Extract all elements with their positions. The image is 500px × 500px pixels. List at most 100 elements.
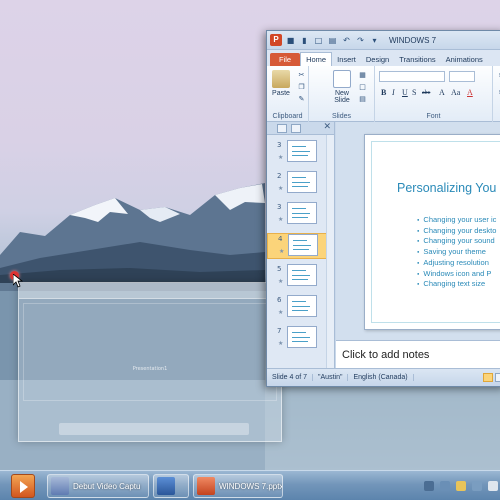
slide-thumbnail[interactable]: 3 ★ bbox=[267, 202, 327, 228]
copy-icon[interactable]: ❐ bbox=[297, 83, 306, 92]
close-pane-icon[interactable]: ✕ bbox=[323, 122, 331, 132]
font-size-select[interactable] bbox=[449, 71, 475, 82]
tray-folder-icon[interactable] bbox=[456, 481, 466, 491]
tab-home[interactable]: Home bbox=[300, 52, 333, 66]
transition-star-icon: ★ bbox=[278, 185, 284, 192]
slide-editor: Personalizing You Changing your user icC… bbox=[336, 122, 500, 340]
ribbon-tabs: File Home Insert Design Transitions Anim… bbox=[267, 50, 500, 66]
change-case-button[interactable]: Aa bbox=[451, 88, 460, 97]
font-group: B I U S abc A Aa A Font bbox=[375, 66, 493, 122]
ghost-toolbar bbox=[19, 283, 281, 299]
taskbar-item-debut[interactable]: Debut Video Captu bbox=[47, 474, 149, 498]
transition-star-icon: ★ bbox=[279, 248, 285, 255]
tab-design[interactable]: Design bbox=[361, 53, 394, 66]
pane-tabs: ✕ bbox=[267, 122, 334, 135]
strikethrough-button[interactable]: abc bbox=[422, 90, 430, 96]
undo-icon[interactable]: ↶ bbox=[341, 35, 352, 46]
taskbar-item-label: WINDOWS 7.pptx bbox=[219, 481, 283, 491]
new-slide-button[interactable]: New Slide bbox=[329, 70, 355, 104]
slides-group-label: Slides bbox=[331, 113, 352, 120]
slide-thumbnail-image bbox=[287, 202, 317, 224]
slide-bullet-list[interactable]: Changing your user icChanging your deskt… bbox=[417, 215, 496, 290]
slide-thumbnail[interactable]: 5 ★ bbox=[267, 264, 327, 290]
tray-save-icon[interactable] bbox=[440, 481, 450, 491]
notes-placeholder: Click to add notes bbox=[342, 349, 430, 361]
font-color-button[interactable]: A bbox=[467, 88, 473, 97]
slide-thumbnail[interactable]: 3 ★ bbox=[267, 140, 327, 166]
ghost-preview-area: Presentation1 bbox=[23, 303, 277, 401]
transition-star-icon: ★ bbox=[278, 216, 284, 223]
tab-animations[interactable]: Animations bbox=[441, 53, 488, 66]
outline-tab-icon[interactable] bbox=[291, 124, 301, 133]
transition-star-icon: ★ bbox=[278, 340, 284, 347]
tray-network-icon[interactable] bbox=[472, 481, 482, 491]
clipboard-group-label: Clipboard bbox=[272, 113, 303, 120]
normal-view-icon[interactable] bbox=[483, 373, 493, 382]
slide-thumbnail[interactable]: 6 ★ bbox=[267, 295, 327, 321]
slide-thumbnail-pane: ✕ 3 ★ 2 ★ 3 ★ 4 ★ 5 ★ 6 ★ 7 ★ bbox=[267, 122, 335, 370]
slide-thumbnail-image bbox=[287, 171, 317, 193]
start-button[interactable] bbox=[11, 473, 35, 498]
tab-insert[interactable]: Insert bbox=[332, 53, 361, 66]
slide-thumbnail[interactable]: 2 ★ bbox=[267, 171, 327, 197]
powerpoint-window[interactable]: P ■ ▮ □ ▤ ↶ ↷ ▾ WINDOWS 7 File Home Inse… bbox=[266, 30, 500, 387]
new-file-icon[interactable]: □ bbox=[313, 35, 324, 46]
slide-title[interactable]: Personalizing You bbox=[397, 181, 496, 195]
open-folder-icon[interactable]: ▮ bbox=[299, 35, 310, 46]
slide-bullet: Windows icon and P bbox=[417, 269, 496, 280]
slide-bullet: Saving your theme bbox=[417, 247, 496, 258]
theme-name: "Austin" bbox=[313, 374, 349, 381]
ribbon-home: Paste ✂ ❐ ✎ Clipboard New Slide ▦ □ ▤ Sl… bbox=[267, 66, 500, 122]
slides-group: New Slide ▦ □ ▤ Slides bbox=[309, 66, 375, 122]
thumbnail-scrollbar[interactable] bbox=[326, 135, 334, 370]
slide-bullet: Changing your deskto bbox=[417, 226, 496, 237]
language-indicator[interactable]: English (Canada) bbox=[348, 374, 414, 381]
slide-thumbnail-image bbox=[287, 140, 317, 162]
tray-app-icon[interactable] bbox=[424, 481, 434, 491]
slide-thumbnail-image bbox=[287, 326, 317, 348]
font-name-select[interactable] bbox=[379, 71, 445, 82]
slide-thumbnail[interactable]: 7 ★ bbox=[267, 326, 327, 352]
section-icon[interactable]: ▤ bbox=[358, 95, 367, 104]
shadow-button[interactable]: S bbox=[412, 88, 416, 97]
redo-icon[interactable]: ↷ bbox=[355, 35, 366, 46]
tray-volume-icon[interactable] bbox=[488, 481, 498, 491]
slide-number: 5 bbox=[277, 265, 282, 273]
print-icon[interactable]: ▤ bbox=[327, 35, 338, 46]
powerpoint-logo-icon[interactable]: P bbox=[270, 34, 282, 46]
transition-star-icon: ★ bbox=[278, 278, 284, 285]
customize-qat-icon[interactable]: ▾ bbox=[369, 35, 380, 46]
slide-number: 3 bbox=[277, 203, 282, 211]
tab-transitions[interactable]: Transitions bbox=[394, 53, 440, 66]
taskbar-item-label: Debut Video Captu bbox=[73, 481, 141, 491]
slide-thumbnail[interactable]: 4 ★ bbox=[267, 233, 327, 259]
cut-icon[interactable]: ✂ bbox=[297, 71, 306, 80]
slide-number: 2 bbox=[277, 172, 282, 180]
slide-counter: Slide 4 of 7 bbox=[267, 374, 314, 381]
system-tray bbox=[418, 474, 500, 498]
tab-file[interactable]: File bbox=[270, 53, 301, 66]
slide-thumbnail-image bbox=[287, 295, 317, 317]
format-painter-icon[interactable]: ✎ bbox=[297, 95, 306, 104]
taskbar-item-powerpoint[interactable]: WINDOWS 7.pptx bbox=[193, 474, 283, 498]
window-title: WINDOWS 7 bbox=[389, 35, 437, 45]
word-icon bbox=[157, 477, 175, 495]
layout-icon[interactable]: ▦ bbox=[358, 71, 367, 80]
ghost-caption: Presentation1 bbox=[132, 366, 168, 372]
ghost-playback-controls bbox=[59, 423, 249, 435]
taskbar-item-word[interactable] bbox=[153, 474, 189, 498]
slide-number: 6 bbox=[277, 296, 282, 304]
underline-button[interactable]: U bbox=[402, 88, 408, 97]
save-icon[interactable]: ■ bbox=[285, 35, 296, 46]
new-slide-label: New Slide bbox=[334, 90, 350, 104]
notes-pane[interactable]: Click to add notes bbox=[336, 340, 500, 370]
reset-icon[interactable]: □ bbox=[358, 83, 367, 92]
debut-icon bbox=[51, 477, 69, 495]
slides-tab-icon[interactable] bbox=[277, 124, 287, 133]
bold-button[interactable]: B bbox=[381, 88, 386, 97]
slide-canvas[interactable]: Personalizing You Changing your user icC… bbox=[364, 134, 500, 330]
char-spacing-button[interactable]: A bbox=[439, 88, 445, 97]
slide-sorter-view-icon[interactable] bbox=[495, 373, 500, 382]
paste-button[interactable]: Paste bbox=[269, 70, 293, 97]
italic-button[interactable]: I bbox=[392, 88, 395, 97]
